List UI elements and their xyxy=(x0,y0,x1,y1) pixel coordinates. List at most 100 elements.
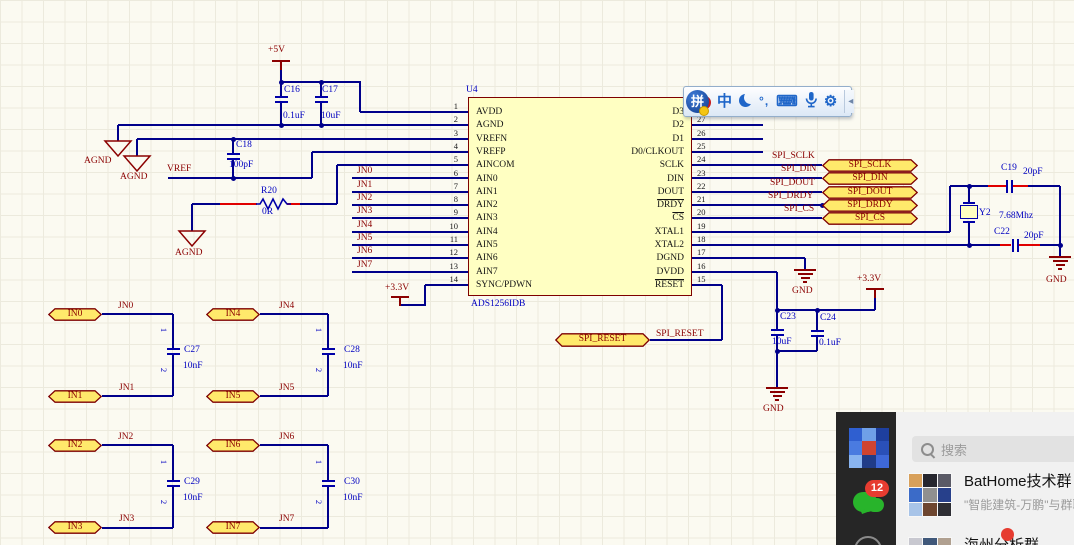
search-input[interactable]: 搜索 xyxy=(912,436,1074,462)
capacitor-C29[interactable] xyxy=(166,480,180,482)
capacitor-C17[interactable] xyxy=(314,96,328,98)
wire[interactable] xyxy=(776,310,778,329)
agnd-symbol[interactable] xyxy=(122,155,152,173)
wire[interactable] xyxy=(692,284,722,286)
net-label-spi_cs[interactable]: SPI_CS xyxy=(784,204,814,214)
capacitor-C19[interactable] xyxy=(1006,179,1008,193)
wire[interactable] xyxy=(117,125,119,141)
wire[interactable] xyxy=(816,310,818,330)
net-label-spi_din[interactable]: SPI_DIN xyxy=(781,164,816,174)
capacitor-C30[interactable] xyxy=(321,480,335,482)
wire[interactable] xyxy=(336,165,338,204)
wire[interactable] xyxy=(692,151,763,153)
gnd-symbol[interactable] xyxy=(803,281,807,283)
gnd-symbol[interactable] xyxy=(800,277,810,279)
wire[interactable] xyxy=(968,223,970,245)
net-label-jn7[interactable]: JN7 xyxy=(279,514,294,524)
wire[interactable] xyxy=(692,244,1000,246)
wire[interactable] xyxy=(692,217,822,219)
wire[interactable] xyxy=(692,138,763,140)
capacitor-C22[interactable] xyxy=(1017,238,1019,252)
wire[interactable] xyxy=(650,339,722,341)
wire[interactable] xyxy=(327,487,329,528)
wire[interactable] xyxy=(280,101,282,125)
gnd-symbol[interactable] xyxy=(794,269,816,271)
wire[interactable] xyxy=(1000,244,1011,246)
wire[interactable] xyxy=(949,186,951,232)
microphone-icon[interactable] xyxy=(805,92,817,111)
port-IN3[interactable]: IN3 xyxy=(48,521,102,534)
capacitor-C19[interactable] xyxy=(1011,179,1013,193)
net-label-spi_dout[interactable]: SPI_DOUT xyxy=(770,178,815,188)
capacitor-C28[interactable] xyxy=(321,353,335,355)
wire[interactable] xyxy=(360,111,468,113)
settings-gear-icon[interactable]: ⚙ xyxy=(824,94,837,109)
capacitor-C16[interactable] xyxy=(274,96,288,98)
net-label-jn2[interactable]: JN2 xyxy=(118,432,133,442)
group-thumbnail-mosaic[interactable] xyxy=(849,428,889,468)
port-SPI_DOUT[interactable]: SPI_DOUT xyxy=(822,186,918,199)
power-port-5V[interactable]: +5V xyxy=(268,45,285,55)
wire[interactable] xyxy=(400,304,425,306)
port-SPI_DRDY[interactable]: SPI_DRDY xyxy=(822,199,918,212)
fullwidth-moon-icon[interactable] xyxy=(739,94,752,110)
net-label-jn5[interactable]: JN5 xyxy=(279,383,294,393)
partial-app-icon[interactable] xyxy=(854,536,882,545)
port-SPI_CS[interactable]: SPI_CS xyxy=(822,212,918,225)
wire[interactable] xyxy=(352,271,468,273)
net-label-jn1[interactable]: JN1 xyxy=(119,383,134,393)
wire[interactable] xyxy=(327,355,329,396)
capacitor-C22[interactable] xyxy=(1012,238,1014,252)
capacitor-C18[interactable] xyxy=(226,153,240,155)
port-IN5[interactable]: IN5 xyxy=(206,390,260,403)
wire[interactable] xyxy=(1019,244,1040,246)
net-label-jn3[interactable]: JN3 xyxy=(357,206,372,216)
capacitor-C30[interactable] xyxy=(321,485,335,487)
port-IN7[interactable]: IN7 xyxy=(206,521,260,534)
wire[interactable] xyxy=(816,335,818,351)
wire[interactable] xyxy=(300,203,337,205)
wire[interactable] xyxy=(118,124,468,126)
collapse-icon[interactable]: ◂ xyxy=(844,90,855,113)
capacitor-C24[interactable] xyxy=(810,330,824,332)
wire[interactable] xyxy=(311,152,313,178)
power-port-3_3V[interactable]: +3.3V xyxy=(385,283,409,293)
gnd-symbol[interactable] xyxy=(1055,264,1065,266)
power-port-3_3V[interactable]: +3.3V xyxy=(857,274,881,284)
wire[interactable] xyxy=(692,271,777,273)
net-label-jn6[interactable]: JN6 xyxy=(279,432,294,442)
net-label-spi_drdy[interactable]: SPI_DRDY xyxy=(768,191,813,201)
port-IN2[interactable]: IN2 xyxy=(48,439,102,452)
port-SPI_DIN[interactable]: SPI_DIN xyxy=(822,172,918,185)
gnd-symbol[interactable] xyxy=(1049,256,1071,258)
wire[interactable] xyxy=(312,151,468,153)
gnd-symbol[interactable] xyxy=(772,395,782,397)
net-label-jn4[interactable]: JN4 xyxy=(357,220,372,230)
gnd-symbol[interactable] xyxy=(797,273,813,275)
wire[interactable] xyxy=(102,395,173,397)
wire[interactable] xyxy=(1013,185,1028,187)
ime-logo-icon[interactable]: 拼 xyxy=(686,89,711,116)
gnd-symbol[interactable] xyxy=(775,399,779,401)
wire[interactable] xyxy=(102,313,173,315)
wire[interactable] xyxy=(172,445,174,480)
wire[interactable] xyxy=(168,177,312,179)
capacitor-C23[interactable] xyxy=(770,329,784,331)
crystal-Y2[interactable] xyxy=(960,205,978,219)
wire[interactable] xyxy=(260,527,328,529)
capacitor-C16[interactable] xyxy=(274,101,288,103)
capacitor-C27[interactable] xyxy=(166,353,180,355)
capacitor-C29[interactable] xyxy=(166,485,180,487)
gnd-symbol[interactable] xyxy=(769,391,785,393)
wire[interactable] xyxy=(425,284,468,286)
wire[interactable] xyxy=(721,285,723,340)
chinese-mode-icon[interactable]: 中 xyxy=(717,94,732,109)
wire[interactable] xyxy=(1059,186,1061,245)
net-label-jn0[interactable]: JN0 xyxy=(357,166,372,176)
net-label-jn2[interactable]: JN2 xyxy=(357,193,372,203)
net-label-jn7[interactable]: JN7 xyxy=(357,260,372,270)
wire[interactable] xyxy=(692,231,950,233)
wire[interactable] xyxy=(874,296,876,310)
port-SPI_RESET[interactable]: SPI_RESET xyxy=(555,333,650,347)
port-IN4[interactable]: IN4 xyxy=(206,308,260,321)
